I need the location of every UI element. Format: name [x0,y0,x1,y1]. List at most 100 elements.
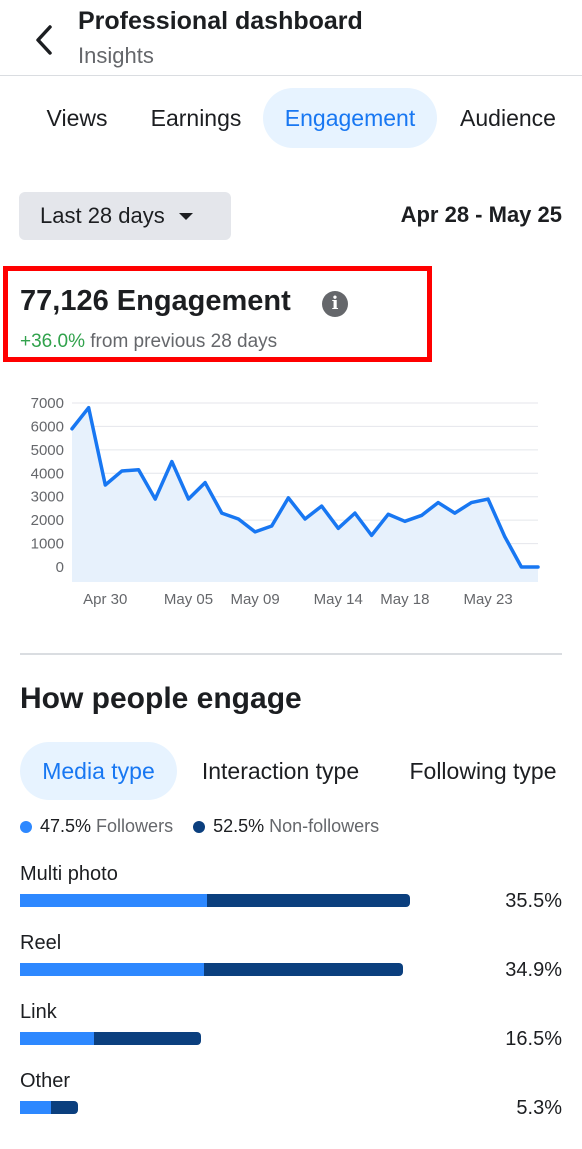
chart-data-point [103,483,107,487]
nonfollowers-pct: 52.5% [213,816,265,836]
y-tick-label: 0 [56,559,64,576]
chart-data-point [453,511,457,515]
engage-subtabs: Media type Interaction type Following ty… [0,742,582,800]
y-tick-label: 6000 [31,418,64,435]
chart-data-point [286,496,290,500]
followers-legend: 47.5% Followers 52.5% Non-followers [20,816,399,837]
engagement-change: +36.0% from previous 28 days [20,331,277,353]
tab-audience[interactable]: Audience [449,88,567,148]
caret-down-icon [178,212,193,220]
info-icon[interactable]: i [322,291,348,317]
media-bar [20,894,410,907]
chart-data-point [519,565,523,569]
chart-data-point [70,427,74,431]
media-row-reel: Reel 34.9% [20,932,562,992]
media-row-percent: 5.3% [516,1097,562,1119]
subtab-following-type[interactable]: Following type [396,742,570,800]
nonfollowers-bar-segment [94,1032,202,1045]
chart-data-point [236,517,240,521]
date-range-text: Apr 28 - May 25 [400,202,562,227]
followers-label: Followers [96,816,174,836]
tab-earnings[interactable]: Earnings [136,88,256,148]
chevron-left-icon [36,25,52,55]
media-row-label: Reel [20,932,62,954]
y-tick-label: 4000 [31,465,64,482]
media-row-label: Link [20,1001,57,1023]
x-tick-label: May 23 [463,591,512,608]
y-tick-label: 3000 [31,489,64,506]
nonfollowers-bar-segment [204,963,404,976]
chart-data-point [320,504,324,508]
date-range-dropdown[interactable]: Last 28 days [19,192,231,240]
y-tick-label: 1000 [31,536,64,553]
chart-data-point [536,565,540,569]
change-percent: +36.0% [20,331,85,352]
followers-dot-icon [20,820,32,833]
engagement-total: 77,126 Engagement [20,285,291,317]
media-row-multi-photo: Multi photo 35.5% [20,863,562,923]
page-title: Professional dashboard [78,7,363,35]
subtab-media-type[interactable]: Media type [20,742,177,800]
media-row-percent: 35.5% [505,890,562,912]
chart-data-point [170,460,174,464]
media-bar [20,963,404,976]
media-row-link: Link 16.5% [20,1001,562,1061]
media-row-label: Other [20,1070,71,1092]
followers-bar-segment [20,894,208,907]
chart-data-point [370,533,374,537]
chart-data-point [403,519,407,523]
x-tick-label: May 18 [380,591,429,608]
y-tick-label: 5000 [31,442,64,459]
nonfollowers-dot-icon [193,820,206,833]
chart-data-point [303,517,307,521]
media-row-percent: 16.5% [505,1028,562,1050]
chart-area-fill [72,407,538,582]
chart-data-point [120,469,124,473]
chart-data-point [420,513,423,517]
engagement-chart: 7000 6000 5000 4000 3000 2000 1000 0 Apr 30 May 0… [31,395,540,608]
chart-data-point [153,497,157,501]
followers-bar-segment [20,1101,51,1114]
chart-data-point [253,530,257,534]
media-row-label: Multi photo [20,863,118,885]
x-tick-label: May 14 [314,591,363,608]
legend-nonfollowers: 52.5% Non-followers [193,816,379,837]
tab-engagement[interactable]: Engagement [263,88,437,148]
followers-pct: 47.5% [40,816,92,836]
section-divider [20,653,562,655]
app-header: Professional dashboard Insights [0,0,582,76]
x-tick-label: May 05 [164,591,213,608]
section-title: How people engage [20,682,302,715]
chart-data-point [187,497,190,501]
nonfollowers-bar-segment [207,894,410,907]
chart-data-point [469,501,473,505]
chart-data-point [436,501,440,505]
back-button[interactable] [26,20,62,60]
x-tick-label: Apr 30 [83,591,127,608]
media-row-percent: 34.9% [505,959,562,981]
chart-data-point [87,406,91,410]
x-tick-label: May 09 [230,591,279,608]
chart-data-point [336,526,340,530]
chart-data-point [220,511,224,515]
nonfollowers-bar-segment [50,1101,79,1114]
media-row-other: Other 5.3% [20,1070,562,1130]
nonfollowers-label: Non-followers [269,816,380,836]
followers-bar-segment [20,1032,95,1045]
chart-data-point [270,524,274,528]
chart-data-point [486,497,490,501]
subtab-interaction-type[interactable]: Interaction type [189,742,372,800]
y-tick-label: 2000 [31,512,64,529]
legend-followers: 47.5% Followers [20,816,173,837]
chart-data-point [137,468,141,472]
date-range-dropdown-label: Last 28 days [40,203,165,228]
change-text: from previous 28 days [90,331,278,352]
chart-data-point [203,481,207,485]
media-bar [20,1101,79,1114]
page-subtitle: Insights [78,43,154,68]
tab-views[interactable]: Views [30,88,124,148]
chart-data-point [386,512,390,516]
chart-data-point [353,511,357,515]
insights-tabs: Views Earnings Engagement Audience [0,88,582,148]
followers-bar-segment [20,963,205,976]
